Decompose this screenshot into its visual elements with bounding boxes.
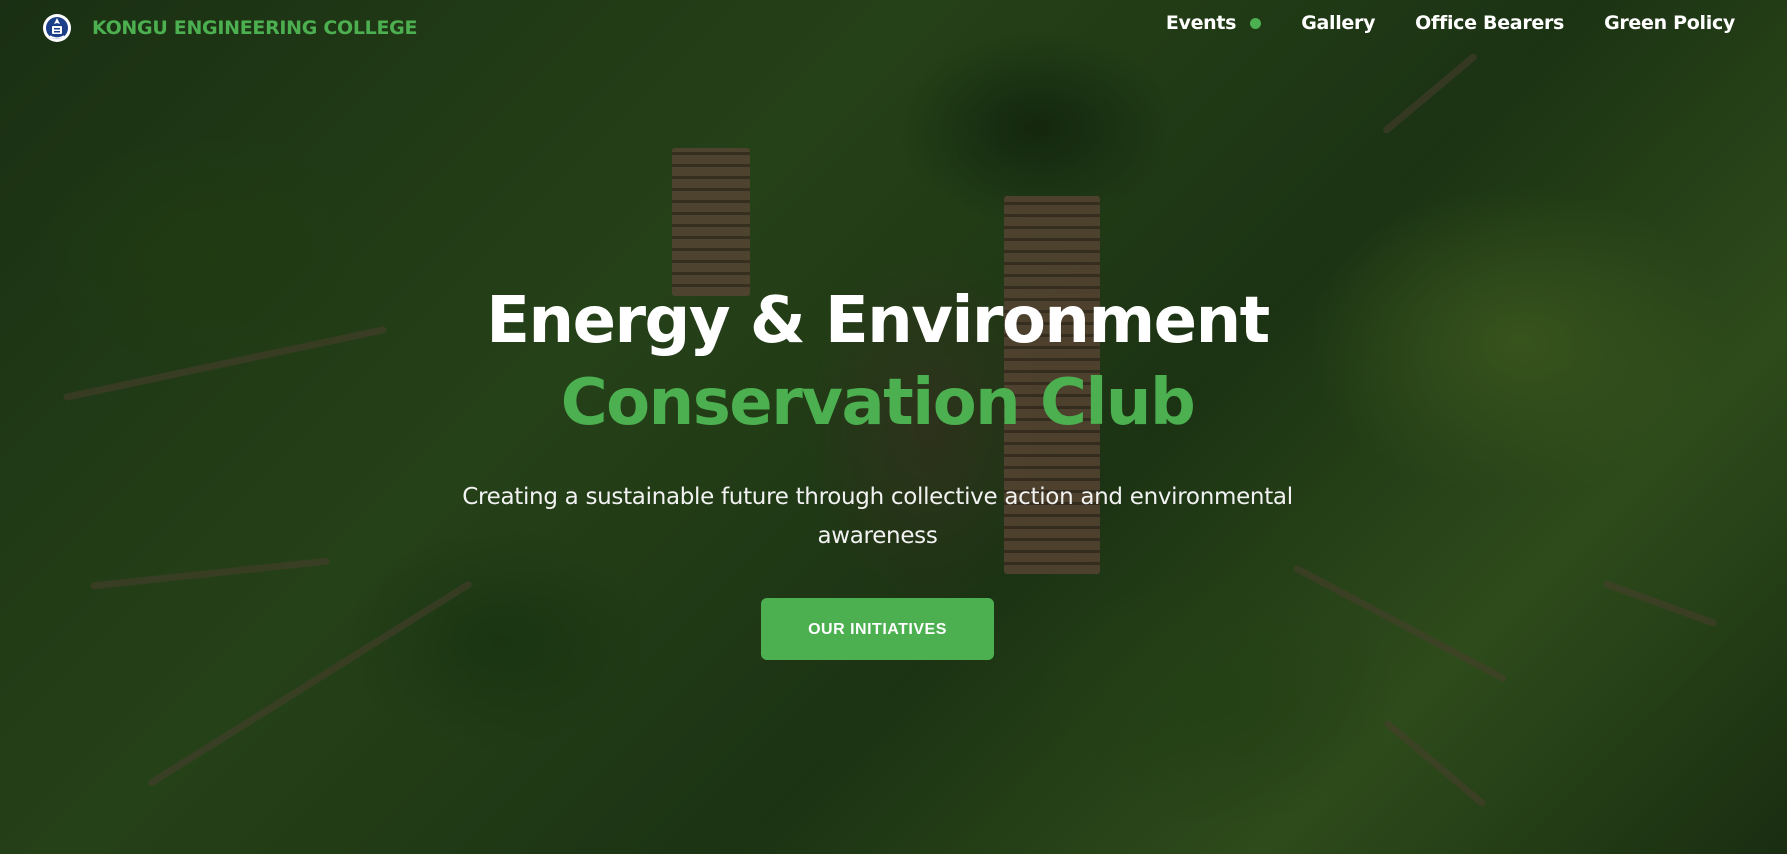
navbar: KONGU ENGINEERING COLLEGE Events Gallery… — [0, 0, 1787, 56]
nav-item-office-bearers[interactable]: Office Bearers — [1415, 12, 1564, 34]
our-initiatives-button[interactable]: OUR INITIATIVES — [761, 598, 994, 660]
nav-item-label: Office Bearers — [1415, 12, 1565, 34]
college-emblem-icon — [43, 14, 71, 42]
nav-item-gallery[interactable]: Gallery — [1301, 12, 1375, 34]
hero-section: KONGU ENGINEERING COLLEGE Events Gallery… — [0, 0, 1787, 854]
active-indicator-dot — [1250, 17, 1262, 29]
hero-title-line2: Conservation Club — [560, 366, 1196, 440]
brand[interactable]: KONGU ENGINEERING COLLEGE — [42, 6, 417, 50]
hero-content: Energy & Environment Conservation Club C… — [0, 280, 1755, 660]
nav-item-green-policy[interactable]: Green Policy — [1604, 12, 1735, 34]
nav-item-events[interactable]: Events — [1165, 12, 1262, 34]
nav-item-label: Events — [1165, 12, 1237, 34]
nav-item-label: Gallery — [1301, 12, 1376, 34]
brand-name[interactable]: KONGU ENGINEERING COLLEGE — [92, 17, 417, 39]
hero-subtitle: Creating a sustainable future through co… — [462, 484, 1293, 549]
hero-title-line1: Energy & Environment — [486, 284, 1270, 358]
nav-item-label: Green Policy — [1604, 12, 1735, 34]
main-nav: Events Gallery Office Bearers Green Poli… — [1166, 12, 1735, 34]
